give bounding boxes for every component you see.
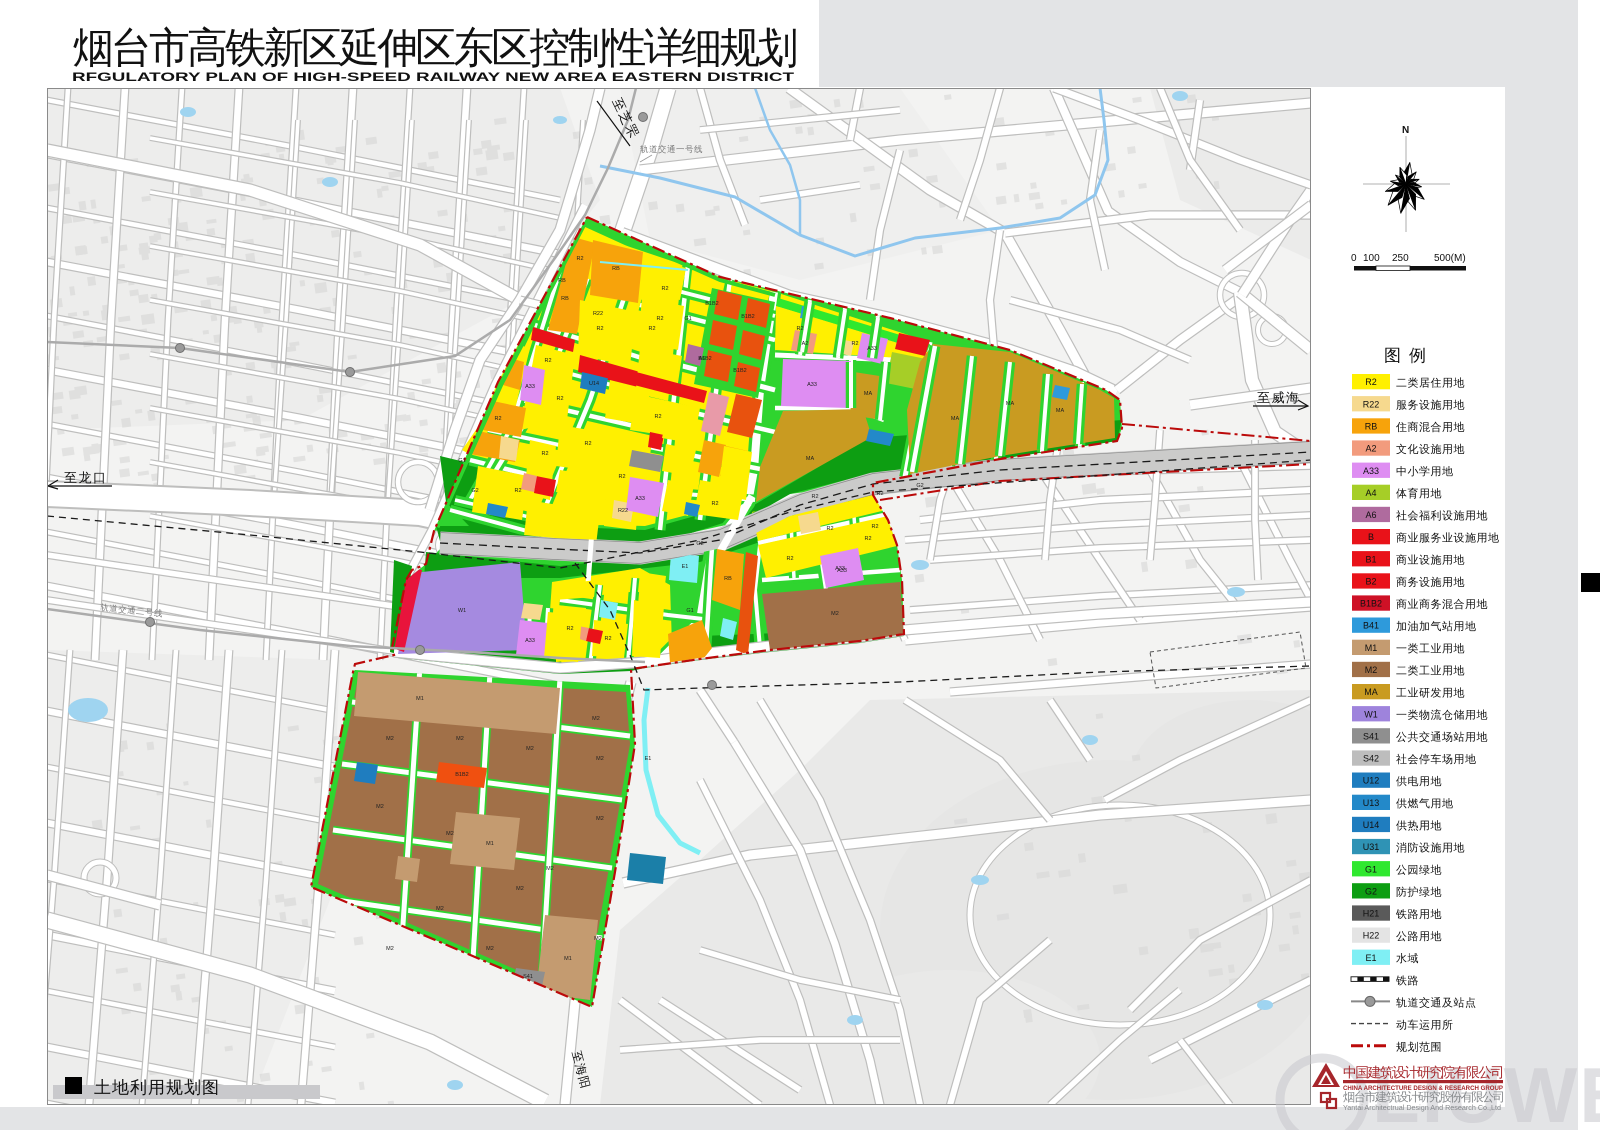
svg-text:M2: M2 [1365, 665, 1378, 675]
svg-text:B1B2: B1B2 [1360, 599, 1382, 609]
svg-text:S42: S42 [1363, 754, 1379, 764]
svg-text:Yantai Architectrual Design An: Yantai Architectrual Design And Research… [1343, 1105, 1501, 1112]
svg-text:A2: A2 [1365, 444, 1376, 454]
svg-text:B1: B1 [1365, 554, 1376, 564]
svg-text:RFGULATORY PLAN OF HIGH-SPEED: RFGULATORY PLAN OF HIGH-SPEED RAILWAY NE… [72, 72, 794, 84]
svg-text:MA: MA [1364, 687, 1378, 697]
svg-text:250: 250 [1392, 253, 1409, 264]
svg-text:0: 0 [1351, 253, 1357, 264]
svg-text:M1: M1 [1365, 643, 1378, 653]
svg-text:A33: A33 [1363, 466, 1379, 476]
svg-text:E1: E1 [1365, 953, 1376, 963]
svg-text:B: B [1368, 532, 1374, 542]
svg-text:H21: H21 [1363, 909, 1380, 919]
svg-text:G1: G1 [1365, 864, 1377, 874]
svg-text:W1: W1 [1364, 709, 1378, 719]
svg-text:B2: B2 [1365, 577, 1376, 587]
svg-text:U13: U13 [1363, 798, 1380, 808]
svg-text:U14: U14 [1363, 820, 1380, 830]
svg-text:N: N [1402, 125, 1409, 136]
svg-text:U31: U31 [1363, 842, 1380, 852]
svg-text:H22: H22 [1363, 931, 1380, 941]
svg-text:S41: S41 [1363, 731, 1379, 741]
svg-text:G2: G2 [1365, 886, 1377, 896]
svg-text:500(M): 500(M) [1434, 253, 1466, 264]
svg-text:CHINA ARCHITECTURE DESIGN & RE: CHINA ARCHITECTURE DESIGN & RESEARCH GRO… [1343, 1085, 1503, 1092]
svg-text:RB: RB [1365, 422, 1378, 432]
svg-text:A4: A4 [1365, 488, 1376, 498]
svg-text:R2: R2 [1365, 377, 1377, 387]
svg-text:100: 100 [1363, 253, 1380, 264]
svg-text:B41: B41 [1363, 621, 1379, 631]
svg-text:A6: A6 [1365, 510, 1376, 520]
svg-text:U12: U12 [1363, 776, 1380, 786]
svg-text:R22: R22 [1363, 399, 1380, 409]
